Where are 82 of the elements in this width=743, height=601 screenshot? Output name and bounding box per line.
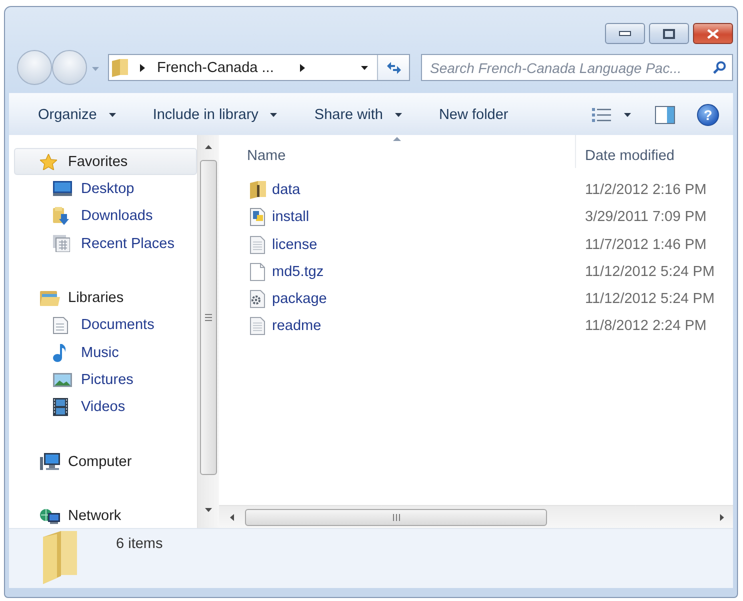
column-header[interactable]: Date modified [575, 135, 733, 168]
close-icon [707, 28, 719, 38]
stacked-pages-icon [53, 235, 70, 252]
horizontal-scrollbar[interactable] [219, 505, 733, 528]
date-modified: 11/2/2012 2:16 PM [584, 182, 706, 198]
file-name[interactable]: readme [272, 318, 322, 334]
caret-icon [108, 112, 116, 116]
scroll-down-arrow-icon[interactable] [205, 508, 212, 512]
caret-icon[interactable] [361, 66, 368, 70]
column-header[interactable]: Name [219, 135, 575, 168]
music-note-icon [53, 344, 67, 362]
toolbar-button[interactable]: Share with [308, 102, 408, 126]
sidebar-item[interactable]: Network [40, 505, 122, 528]
file-name[interactable]: md5.tgz [272, 264, 324, 280]
blank-file-icon [250, 262, 265, 281]
film-strip-icon [53, 398, 68, 416]
caret-icon [270, 112, 278, 116]
refresh-icon [386, 62, 400, 74]
maximize-icon [663, 28, 675, 38]
sidebar-item[interactable]: Pictures [53, 368, 134, 391]
views-button[interactable] [590, 106, 633, 124]
date-modified: 3/29/2011 7:09 PM [584, 209, 706, 226]
sidebar-item[interactable]: Documents [53, 314, 154, 336]
close-button[interactable] [693, 23, 733, 44]
monitor-icon [53, 181, 72, 196]
sidebar-item[interactable]: Computer [40, 450, 132, 473]
sidebar-item[interactable]: Recent Places [53, 232, 174, 254]
download-folder-icon [53, 207, 69, 226]
scrollbar-thumb[interactable] [200, 160, 217, 475]
file-name[interactable]: package [272, 291, 327, 308]
script-file-icon [250, 208, 266, 226]
scroll-left-arrow-icon[interactable] [230, 514, 234, 520]
toolbar-button[interactable]: New folder [432, 102, 514, 126]
minimize-button[interactable] [605, 23, 645, 44]
computer-icon [40, 453, 60, 470]
sidebar-item[interactable]: Downloads [53, 205, 153, 228]
vertical-scrollbar[interactable] [197, 135, 219, 528]
toolbar-button[interactable]: Include in library [146, 102, 284, 126]
sidebar-item[interactable]: Desktop [53, 178, 134, 200]
gear-file-icon [250, 290, 265, 308]
chevron-icon[interactable] [140, 64, 145, 72]
file-name[interactable]: install [272, 209, 310, 226]
maximize-button[interactable] [649, 23, 689, 44]
caret-icon [394, 112, 402, 116]
refresh-button[interactable] [377, 55, 409, 80]
text-file-icon [250, 317, 265, 336]
sidebar-item[interactable]: Music [53, 342, 119, 364]
document-icon [53, 316, 68, 334]
folder-icon [250, 180, 266, 199]
search-field[interactable]: Search French-Canada Language Pac... [421, 54, 733, 81]
toolbar-button[interactable]: Organize [32, 102, 122, 126]
date-modified: 11/12/2012 5:24 PM [584, 264, 715, 280]
address-bar[interactable]: French-Canada ... [108, 54, 410, 81]
date-modified: 11/12/2012 5:24 PM [584, 291, 715, 308]
preview-pane-icon [655, 106, 675, 124]
list-view-icon [592, 108, 611, 122]
date-modified: 11/7/2012 1:46 PM [584, 236, 706, 253]
sidebar-item[interactable]: Favorites [14, 148, 197, 176]
minimize-icon [619, 31, 631, 36]
star-icon [40, 154, 57, 170]
grip-icon [205, 314, 212, 321]
scroll-right-arrow-icon[interactable] [720, 514, 724, 520]
globe-computer-icon [40, 508, 60, 524]
open-folder-icon [40, 290, 60, 306]
breadcrumb[interactable]: French-Canada ... [157, 60, 274, 76]
chevron-icon[interactable] [300, 64, 305, 72]
file-name[interactable]: license [272, 236, 318, 253]
grip-icon [392, 514, 400, 520]
search-icon[interactable] [713, 61, 726, 74]
file-name[interactable]: data [272, 182, 300, 198]
sidebar-item[interactable]: Libraries [40, 287, 124, 310]
folder-icon [112, 58, 128, 76]
date-modified: 11/8/2012 2:24 PM [584, 318, 706, 334]
item-count: 6 items [116, 536, 163, 552]
scrollbar-thumb[interactable] [245, 508, 547, 526]
preview-pane-button[interactable] [653, 104, 677, 126]
picture-icon [53, 372, 72, 387]
sort-arrow-icon [393, 137, 401, 141]
caret-icon [624, 112, 631, 116]
sidebar-item[interactable]: Videos [53, 396, 126, 418]
text-file-icon [250, 236, 265, 254]
scroll-up-arrow-icon[interactable] [205, 145, 212, 149]
